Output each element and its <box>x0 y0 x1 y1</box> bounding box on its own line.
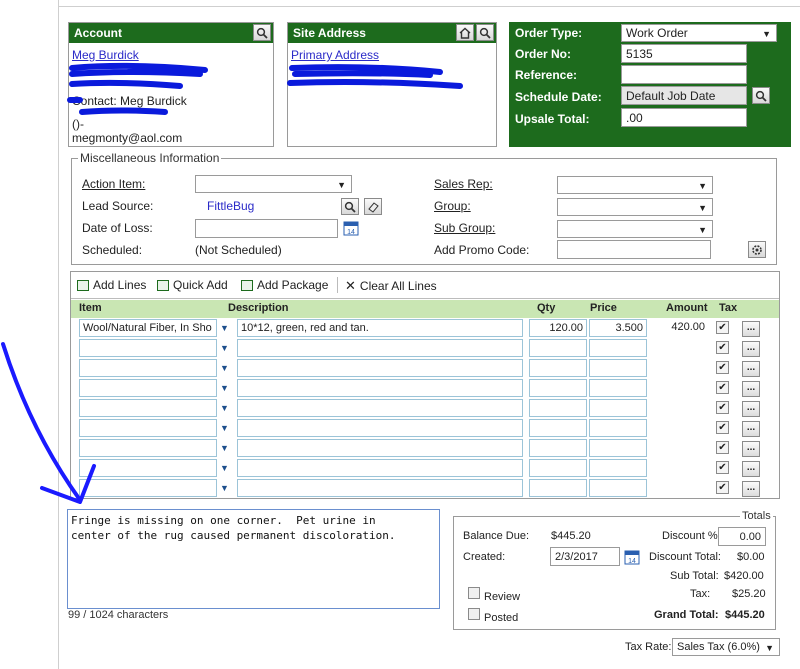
redaction-scribble-site-2 <box>287 79 463 89</box>
redaction-scribble-account-3 <box>67 97 168 115</box>
redaction-scribble-account-2 <box>69 79 183 89</box>
redaction-scribble-site-1 <box>289 64 443 78</box>
annotation-overlay <box>1 62 463 504</box>
annotation-arrow-line <box>1 342 82 502</box>
redaction-scribble-account-1 <box>69 62 208 77</box>
